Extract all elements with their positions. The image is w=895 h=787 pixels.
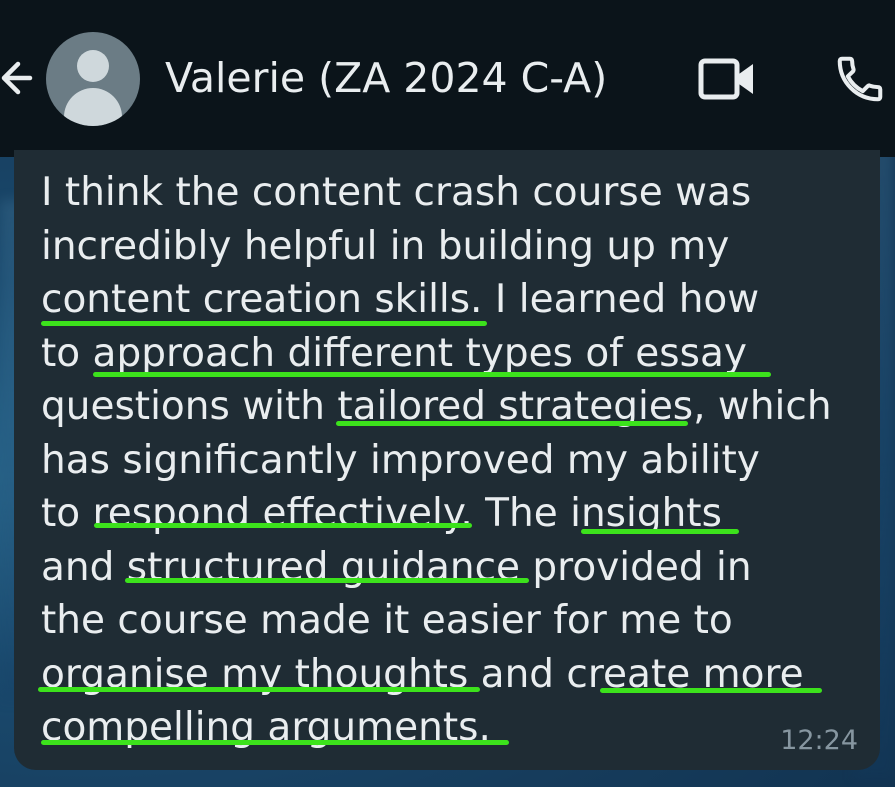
message-line: to approach different types of essay bbox=[41, 330, 747, 376]
phone-icon[interactable] bbox=[832, 52, 888, 106]
highlight-underline bbox=[41, 740, 509, 745]
highlight-underline bbox=[581, 529, 739, 534]
message-text: I think the content crash course was inc… bbox=[41, 166, 861, 755]
message-line: the course made it easier for me to bbox=[41, 598, 733, 643]
message-timestamp: 12:24 bbox=[780, 725, 858, 756]
highlight-underline bbox=[336, 421, 688, 426]
highlight-underline bbox=[41, 321, 487, 326]
message-line: I think the content crash course was bbox=[41, 170, 752, 215]
message-line: has significantly improved my ability bbox=[41, 437, 760, 483]
video-camera-icon[interactable] bbox=[697, 56, 757, 102]
default-avatar-icon[interactable] bbox=[46, 32, 140, 126]
highlight-underline bbox=[125, 578, 529, 583]
highlight-underline bbox=[94, 523, 472, 528]
highlight-underline bbox=[93, 372, 771, 377]
highlight-underline bbox=[600, 688, 822, 693]
message-line: incredibly helpful in building up my bbox=[41, 223, 730, 269]
message-line: content creation skills. I learned how bbox=[41, 277, 760, 322]
message-bubble[interactable]: I think the content crash course was inc… bbox=[14, 150, 880, 770]
contact-name[interactable]: Valerie (ZA 2024 C-A) bbox=[165, 48, 607, 108]
chat-header: Valerie (ZA 2024 C-A) bbox=[0, 0, 895, 157]
highlight-underline bbox=[38, 687, 480, 692]
arrow-left-icon[interactable] bbox=[0, 50, 40, 106]
